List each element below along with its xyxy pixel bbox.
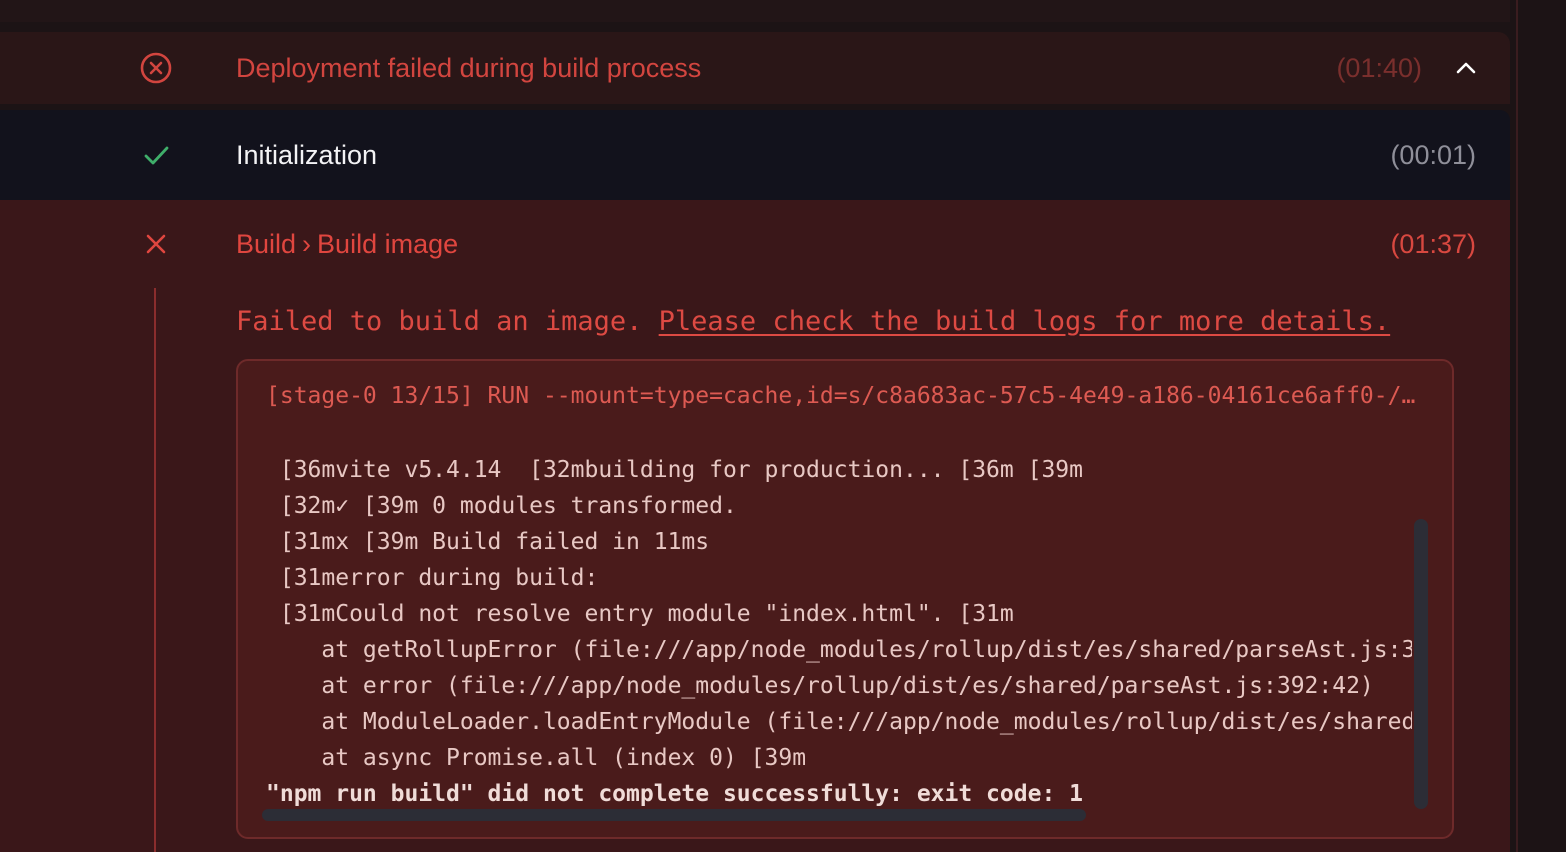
log-line: [31mx [39m Build failed in 11ms bbox=[266, 529, 710, 555]
log-line: at error (file:///app/node_modules/rollu… bbox=[266, 673, 1374, 699]
step-build-child: Build image bbox=[317, 229, 459, 259]
x-icon bbox=[138, 226, 174, 262]
log-step-line: [stage-0 13/15] RUN --mount=type=cache,i… bbox=[266, 383, 1426, 409]
log-line: [31mCould not resolve entry module "inde… bbox=[266, 601, 1014, 627]
chevron-up-icon[interactable] bbox=[1448, 50, 1484, 86]
log-exit-line: "npm run build" did not complete success… bbox=[266, 781, 1083, 807]
deployment-duration: (01:40) bbox=[1336, 53, 1422, 83]
build-logs-link[interactable]: Please check the build logs for more det… bbox=[659, 306, 1391, 337]
log-output: [36mvite v5.4.14 [32mbuilding for produc… bbox=[266, 452, 1412, 812]
log-line: [31merror during build: bbox=[266, 565, 599, 591]
log-line: [36mvite v5.4.14 [32mbuilding for produc… bbox=[266, 457, 1083, 483]
build-error-message: Failed to build an image. Please check t… bbox=[236, 304, 1390, 340]
step-build-parent: Build bbox=[236, 229, 297, 259]
right-gutter bbox=[1516, 0, 1566, 852]
log-line: at getRollupError (file:///app/node_modu… bbox=[266, 637, 1412, 663]
step-initialization[interactable]: Initialization (00:01) bbox=[0, 110, 1510, 200]
timeline-line bbox=[154, 288, 156, 852]
deployment-status-title: Deployment failed during build process bbox=[236, 53, 702, 83]
deployment-status-header[interactable]: Deployment failed during build process (… bbox=[0, 32, 1510, 104]
step-initialization-title: Initialization bbox=[236, 140, 378, 170]
x-circle-icon bbox=[138, 50, 174, 86]
vertical-scrollbar[interactable] bbox=[1414, 519, 1428, 809]
check-icon bbox=[138, 137, 174, 173]
step-initialization-duration: (00:01) bbox=[1390, 140, 1476, 170]
step-build: Build › Build image (01:37) Failed to buil… bbox=[0, 200, 1510, 852]
horizontal-scrollbar[interactable] bbox=[262, 809, 1086, 821]
log-line: at ModuleLoader.loadEntryModule (file://… bbox=[321, 709, 1412, 735]
error-text: Failed to build an image. bbox=[236, 306, 643, 337]
deployment-log-page: Deployment failed during build process (… bbox=[0, 0, 1566, 852]
top-strip bbox=[0, 0, 1510, 22]
step-build-title[interactable]: Build › Build image bbox=[236, 226, 458, 262]
log-line: at async Promise.all (index 0) [39m bbox=[266, 745, 807, 771]
breadcrumb-separator: › bbox=[302, 229, 312, 259]
step-build-duration: (01:37) bbox=[1390, 229, 1476, 259]
build-log-panel[interactable]: [stage-0 13/15] RUN --mount=type=cache,i… bbox=[236, 359, 1454, 839]
log-line: [32m✓ [39m 0 modules transformed. bbox=[266, 493, 737, 519]
